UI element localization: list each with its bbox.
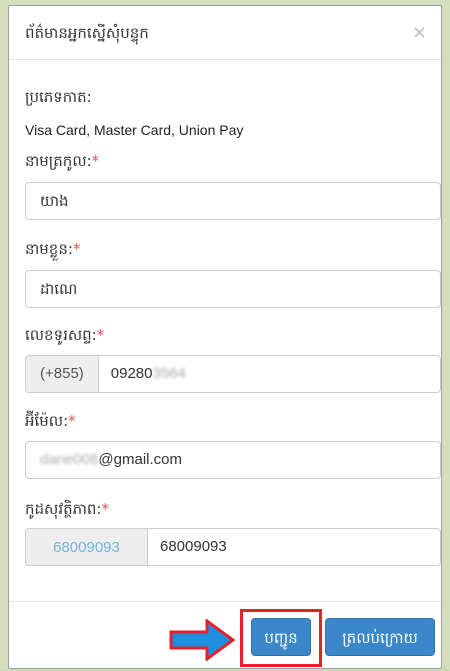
first-name-label: នាមខ្លួន:*	[25, 240, 81, 258]
email-label: អ៊ីម៉ែល:*	[25, 412, 76, 430]
email-value-blurred: dane008	[40, 451, 99, 468]
email-value-visible: @gmail.com	[98, 451, 182, 468]
security-code-group: 68009093 68009093	[25, 528, 441, 566]
phone-value-visible: 09280	[110, 365, 153, 382]
phone-input[interactable]: 092803564	[97, 355, 441, 393]
email-input[interactable]: dane008@gmail.com	[25, 441, 441, 479]
last-name-label: នាមត្រកូល:*	[25, 152, 100, 170]
phone-label: លេខទូរសព្ទ:*	[25, 326, 105, 344]
submit-button[interactable]: បញ្ជូន	[251, 618, 311, 656]
phone-value-blurred: 3564	[152, 365, 186, 382]
back-button[interactable]: ត្រលប់ក្រោយ	[325, 618, 435, 656]
phone-input-group: (+855) 092803564	[25, 355, 441, 393]
captcha-image[interactable]: 68009093	[25, 528, 147, 566]
security-code-input[interactable]: 68009093	[147, 528, 441, 566]
card-request-modal: ព័ត៌មានអ្នកស្នើសុំបន្ទុក × ប្រភេទកាត: Vi…	[8, 5, 442, 669]
phone-prefix: (+855)	[25, 355, 98, 393]
modal-title: ព័ត៌មានអ្នកស្នើសុំបន្ទុក	[25, 24, 149, 42]
close-icon[interactable]: ×	[412, 22, 427, 43]
captcha-text: 68009093	[53, 538, 120, 556]
arrow-right-icon	[169, 619, 235, 661]
last-name-input[interactable]: យាង	[25, 182, 441, 220]
security-code-label: កូដសុវត្ថិភាព:*	[25, 500, 109, 518]
modal-header: ព័ត៌មានអ្នកស្នើសុំបន្ទុក ×	[9, 6, 441, 60]
card-type-value: Visa Card, Master Card, Union Pay	[25, 122, 244, 138]
first-name-input[interactable]: ដាណេ	[25, 270, 441, 308]
card-type-label: ប្រភេទកាត:	[25, 88, 92, 106]
